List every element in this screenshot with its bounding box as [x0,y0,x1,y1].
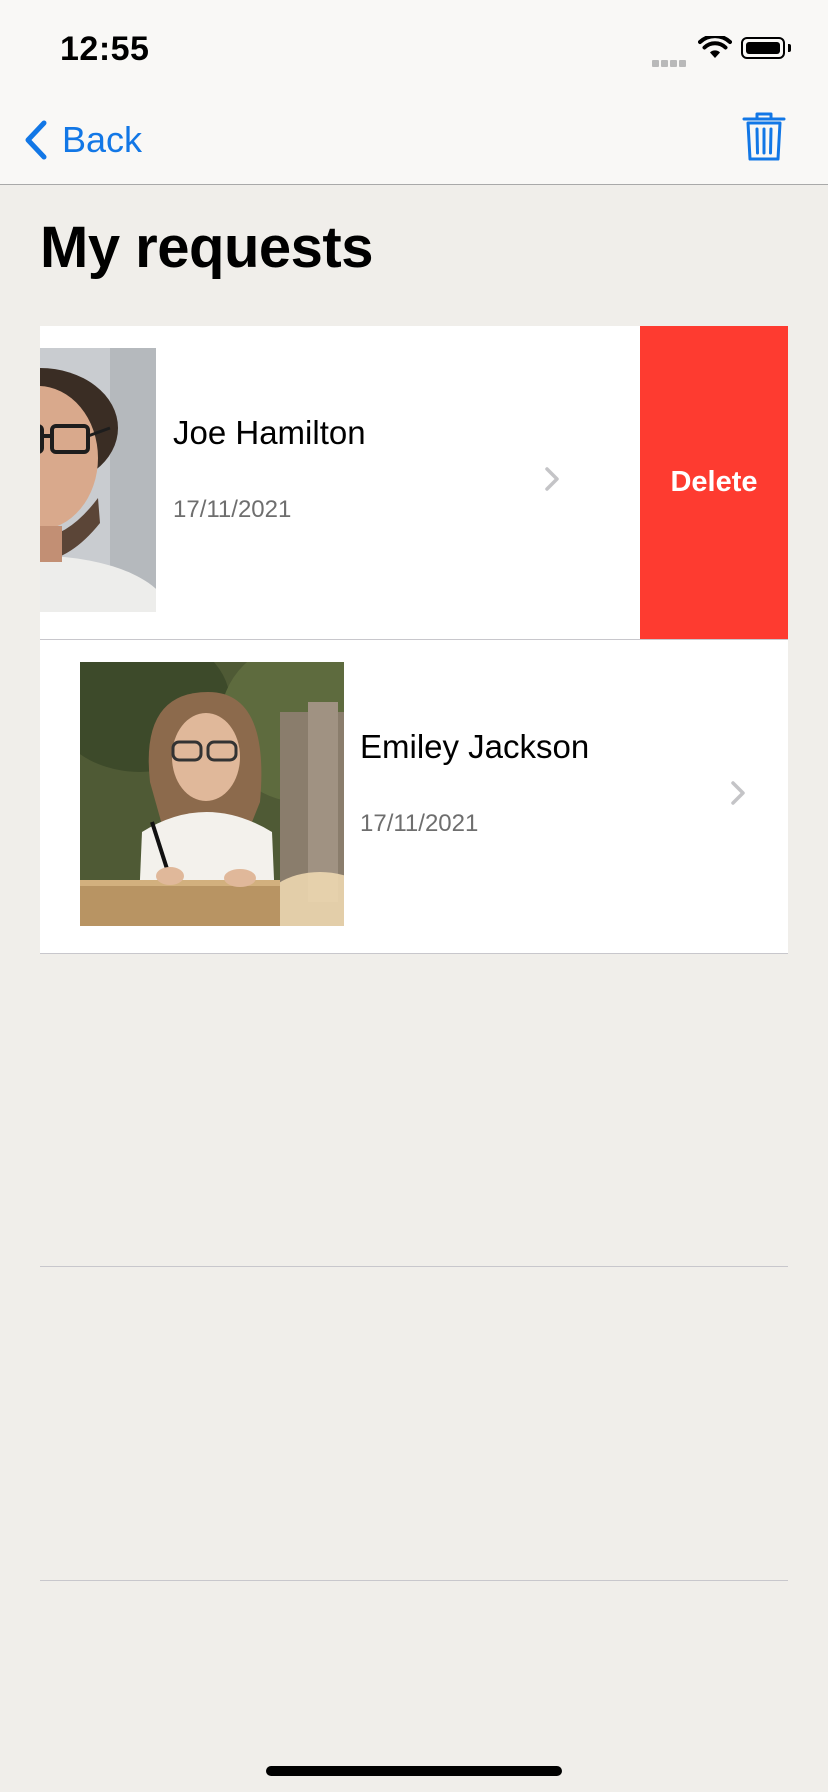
requests-list: Joe Hamilton 17/11/2021 Delete Emiley Ja… [40,326,788,954]
delete-button[interactable]: Delete [640,326,788,639]
home-indicator[interactable] [266,1766,562,1776]
table-row[interactable]: Joe Hamilton 17/11/2021 Delete [40,326,788,640]
avatar [80,662,344,926]
avatar [40,348,156,612]
request-name: Emiley Jackson [360,728,590,765]
status-bar: 12:55 [0,0,828,90]
request-date: 17/11/2021 [360,810,479,837]
battery-icon [741,37,785,59]
trash-icon[interactable] [742,111,786,163]
cellular-signal-icon [652,54,688,72]
navigation-bar: Back [0,90,828,185]
row-content[interactable]: Emiley Jackson 17/11/2021 [40,640,788,953]
wifi-icon [698,36,732,58]
chevron-right-icon [731,781,745,805]
battery-cap [788,44,791,52]
chevron-left-icon [25,120,47,160]
back-button[interactable]: Back [24,118,142,162]
table-row[interactable]: Emiley Jackson 17/11/2021 [40,640,788,954]
empty-row-separator [40,1266,788,1267]
back-label: Back [62,119,143,160]
page-title: My requests [40,215,373,280]
status-time: 12:55 [60,30,150,68]
chevron-right-icon [545,467,559,491]
request-date: 17/11/2021 [173,496,292,523]
empty-row-separator [40,1580,788,1581]
request-name: Joe Hamilton [173,414,366,451]
